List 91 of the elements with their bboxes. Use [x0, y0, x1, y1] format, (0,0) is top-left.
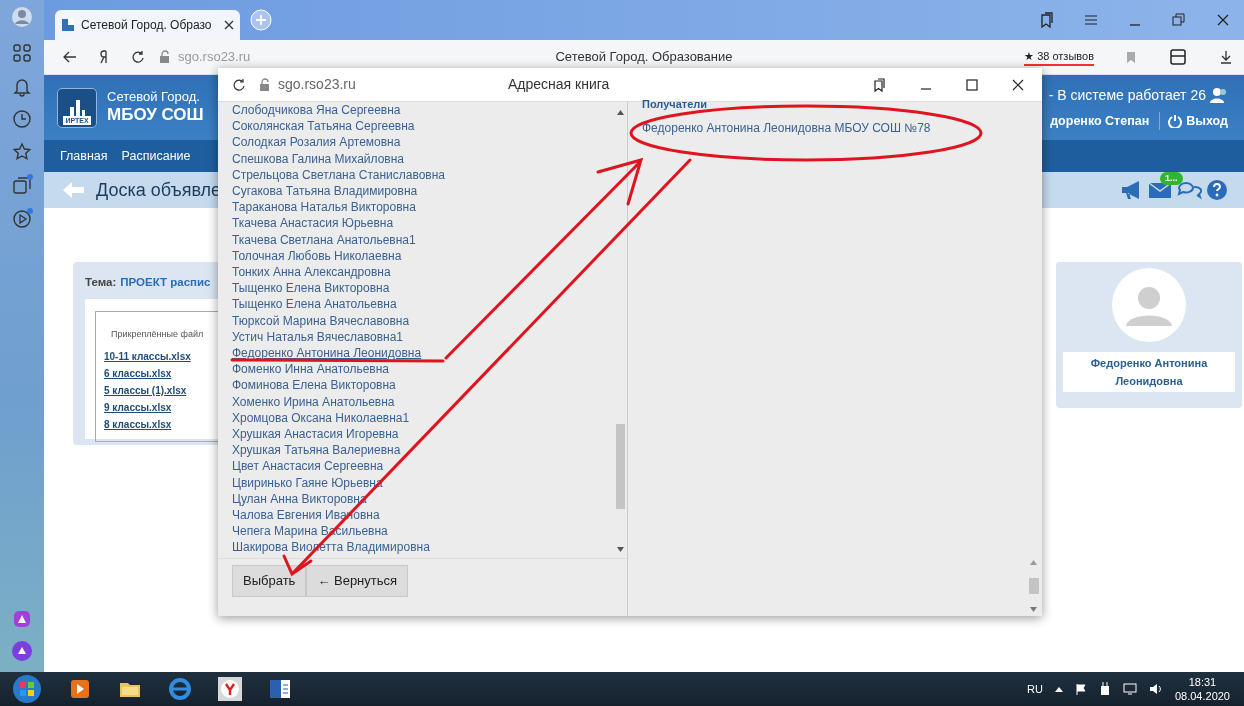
window-title: Адресная книга [508, 75, 610, 94]
nav-link[interactable]: Расписание [121, 146, 191, 166]
site-icon [61, 18, 75, 32]
scrollbar-thumb[interactable] [1028, 578, 1039, 594]
nav-link[interactable]: Главная [60, 146, 108, 166]
lock-icon [158, 50, 172, 64]
browser-tab[interactable]: Сетевой Город. Образо [55, 10, 240, 40]
scroll-up-icon[interactable] [617, 110, 624, 115]
tabs-icon[interactable] [872, 76, 888, 93]
url-text: sgo.rso23.ru [278, 75, 356, 94]
clock-icon[interactable] [11, 108, 33, 130]
extension-icon[interactable] [1168, 47, 1188, 67]
dialog-button[interactable]: Выбрать [232, 565, 307, 597]
refresh-icon[interactable] [232, 77, 246, 92]
grid-icon[interactable] [11, 42, 33, 64]
file-link[interactable]: 10-11 классы.xlsx [104, 347, 191, 365]
contact-item[interactable]: Хромцова Оксана Николаевна1 [232, 409, 410, 427]
contact-item[interactable]: Солодкая Розалия Артемовна [232, 134, 401, 151]
contact-item[interactable]: Сугакова Татьяна Владимировна [232, 183, 418, 200]
restore-icon[interactable] [1170, 11, 1188, 29]
recipient-item[interactable]: Федоренко Антонина Леонидовна МБОУ СОШ №78 [642, 119, 931, 137]
clock-time: 18:31 [1187, 675, 1218, 689]
cards-icon[interactable] [11, 174, 33, 196]
file-link[interactable]: 6 классы.xlsx [104, 364, 172, 382]
scroll-down-icon[interactable] [1030, 607, 1037, 612]
scroll-down-icon[interactable] [617, 547, 624, 552]
back-icon[interactable] [62, 49, 78, 65]
contact-item[interactable]: Хрушкая Татьяна Валериевна [232, 442, 401, 459]
media-player-icon[interactable] [68, 677, 92, 701]
lock-icon [258, 77, 272, 92]
chat-icon[interactable] [1176, 180, 1202, 200]
site-name: Сетевой Город. [107, 90, 201, 106]
refresh-icon[interactable] [130, 49, 146, 65]
page-heading: Доска объявле [96, 178, 222, 202]
file-link[interactable]: 5 классы (1).xlsx [104, 381, 187, 399]
close-icon[interactable] [224, 20, 234, 30]
help-icon[interactable] [1206, 179, 1228, 201]
volume-icon[interactable] [1148, 683, 1163, 695]
contact-item[interactable]: Тюрксой Марина Вячеславовна [232, 312, 410, 329]
flag-icon[interactable] [1074, 683, 1087, 695]
unread-badge: 1... [1160, 172, 1183, 185]
topic-title: ПРОЕКТ распис [120, 275, 211, 290]
file-link[interactable]: 9 классы.xlsx [104, 398, 172, 416]
contact-item[interactable]: Хоменко Ирина Анатольевна [232, 393, 395, 410]
mail-icon[interactable] [1148, 180, 1172, 200]
avatar-icon [1112, 268, 1186, 342]
profile-name: Федоренко Антонина Леонидовна [1063, 352, 1235, 392]
online-count: - В системе работает 26 [1048, 85, 1206, 105]
power-icon [1168, 114, 1183, 128]
contact-item[interactable]: Соколянская Татьяна Сергеевна [232, 118, 415, 135]
tabs-icon[interactable] [1038, 11, 1056, 29]
maximize-icon[interactable] [964, 76, 980, 93]
topic-label: Тема: [85, 275, 117, 290]
contact-item[interactable]: Тыщенко Елена Викторовна [232, 280, 390, 297]
scrollbar-thumb[interactable] [616, 424, 625, 509]
star-icon[interactable] [11, 141, 33, 163]
contact-item[interactable]: Тыщенко Елена Анатольевна [232, 296, 397, 313]
contact-item[interactable]: Слободчикова Яна Сергеевна [232, 102, 401, 119]
contact-item[interactable]: Тараканова Наталья Викторовна [232, 199, 416, 216]
user-name: доренко Степан [1050, 112, 1150, 130]
contact-item[interactable]: Фоменко Инна Анатольевна [232, 361, 390, 378]
clock-date: 08.04.2020 [1174, 689, 1230, 703]
power-plug-icon[interactable] [1098, 682, 1111, 696]
contact-item[interactable]: Федоренко Антонина Леонидовна [232, 345, 422, 362]
logout-link[interactable]: Выход [1159, 111, 1228, 131]
dialog-button[interactable]: ← Вернуться [306, 565, 409, 597]
users-icon [1210, 87, 1228, 104]
contact-item[interactable]: Цвет Анастасия Сергеевна [232, 458, 384, 475]
contact-item[interactable]: Фоминова Елена Викторовна [232, 377, 396, 394]
school-name: МБОУ СОШ [107, 105, 204, 125]
network-icon[interactable] [1122, 683, 1137, 695]
profile-icon[interactable] [11, 6, 33, 28]
download-icon[interactable] [1218, 49, 1234, 65]
contact-item[interactable]: Стрельцова Светлана Станиславовна [232, 166, 446, 183]
contact-item[interactable]: Хрушкая Анастасия Игоревна [232, 426, 399, 443]
contact-item[interactable]: Ткачева Светлана Анатольевна1 [232, 231, 416, 248]
contact-item[interactable]: Тонких Анна Александровна [232, 264, 391, 281]
tray-arrow-icon[interactable] [1054, 685, 1063, 693]
logo-bars-icon [67, 97, 87, 116]
contact-item[interactable]: Толочная Любовь Николаевна [232, 247, 402, 265]
language-indicator[interactable]: RU [1027, 680, 1043, 698]
contact-item[interactable]: Устич Наталья Вячеславовна1 [232, 328, 404, 346]
new-tab-icon[interactable] [250, 9, 272, 31]
start-icon[interactable] [12, 674, 42, 704]
play-icon[interactable] [11, 207, 33, 229]
page-title: Сетевой Город. Образование [555, 49, 733, 65]
recipients-header: Получатели [642, 97, 709, 111]
file-link[interactable]: 8 классы.xlsx [104, 415, 172, 433]
reviews-link[interactable]: ★ 38 отзывов [1024, 47, 1094, 67]
contact-item[interactable]: Ткачева Анастасия Юрьевна [232, 215, 394, 232]
contact-item[interactable]: Спешкова Галина Михайловна [232, 150, 405, 167]
